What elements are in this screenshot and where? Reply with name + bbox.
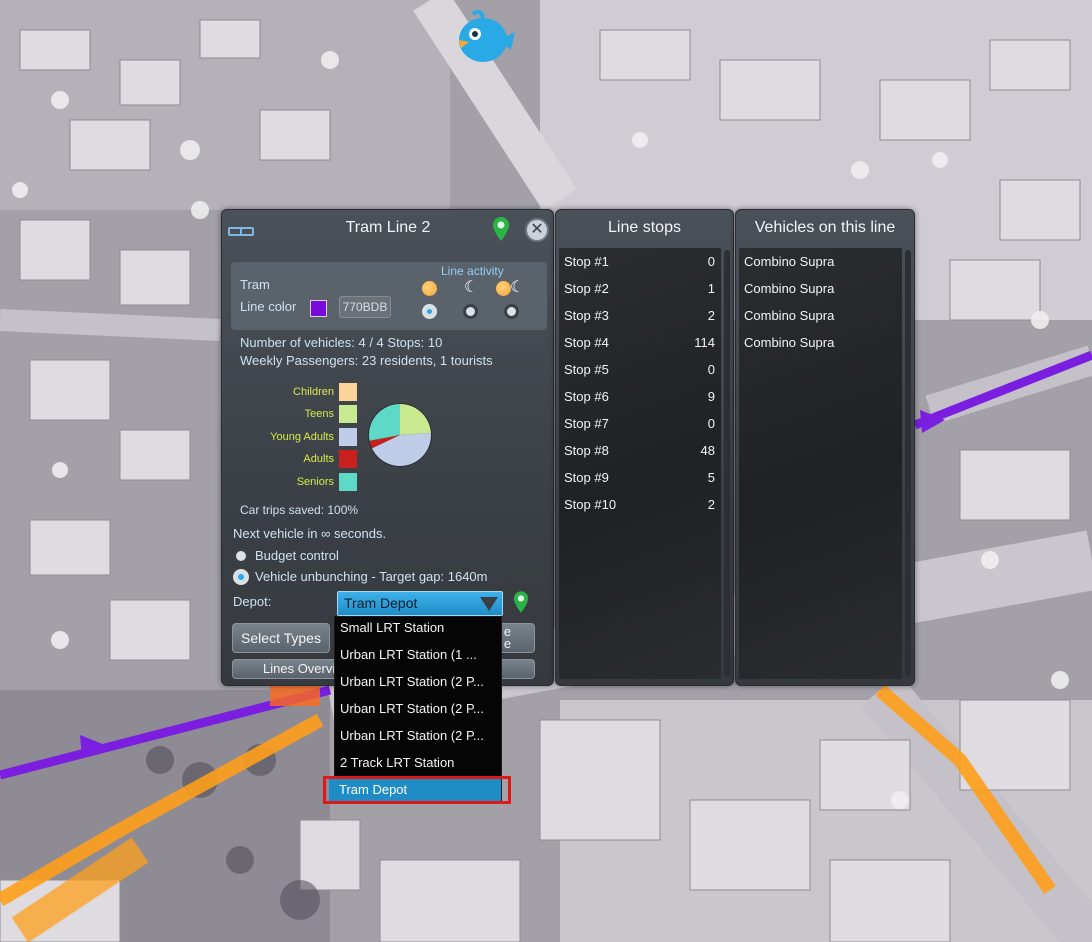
stop-row[interactable]: Stop #4 114 — [562, 329, 717, 356]
depot-option[interactable]: Small LRT Station — [335, 617, 501, 639]
lines-overview-label: Lines Overvi — [263, 661, 336, 676]
stop-row[interactable]: Stop #7 0 — [562, 410, 717, 437]
vehicle-name: Combino Supra — [744, 308, 835, 323]
dropdown-arrow-icon — [480, 597, 498, 611]
stop-row[interactable]: Stop #3 2 — [562, 302, 717, 329]
sun-icon — [496, 281, 511, 296]
stop-name: Stop #9 — [564, 470, 609, 485]
depot-option[interactable]: Urban LRT Station (2 P... — [335, 671, 501, 693]
stop-passenger-count: 2 — [707, 497, 715, 512]
close-icon[interactable]: ✕ — [525, 218, 549, 242]
stop-name: Stop #4 — [564, 335, 609, 350]
sun-icon — [422, 281, 437, 296]
moon-icon: ☾ — [510, 279, 525, 296]
vehicle-row[interactable]: Combino Supra — [742, 275, 898, 302]
age-swatch-adults — [339, 450, 357, 468]
stop-passenger-count: 0 — [707, 416, 715, 431]
stop-passenger-count: 9 — [707, 389, 715, 404]
line-info-panel: Tram Line 2 ✕ Tram Line color 770BDB Lin… — [221, 209, 554, 686]
stop-row[interactable]: Stop #9 5 — [562, 464, 717, 491]
unbunching-radio[interactable] — [233, 569, 249, 585]
line-activity-label: Line activity — [441, 264, 504, 278]
stop-row[interactable]: Stop #5 0 — [562, 356, 717, 383]
chirper-bird-icon[interactable] — [453, 9, 517, 64]
vehicles-list: Combino Supra Combino Supra Combino Supr… — [739, 248, 902, 679]
activity-day-radio[interactable] — [422, 304, 437, 319]
stop-row[interactable]: Stop #10 2 — [562, 491, 717, 518]
moon-icon: ☾ — [464, 279, 479, 296]
vehicle-row[interactable]: Combino Supra — [742, 248, 898, 275]
age-swatch-children — [339, 383, 357, 401]
next-vehicle-info: Next vehicle in ∞ seconds. — [233, 526, 387, 541]
stop-name: Stop #8 — [564, 443, 609, 458]
vehicle-name: Combino Supra — [744, 254, 835, 269]
stops-list: Stop #1 0 Stop #2 1 Stop #3 2 Stop #4 114 St… — [559, 248, 721, 679]
pie-slice-seniors — [369, 404, 400, 441]
vehicles-stops-count: Number of vehicles: 4 / 4 Stops: 10 — [240, 335, 443, 350]
vehicles-panel: Vehicles on this line Combino Supra Comb… — [735, 209, 915, 686]
line-color-label: Line color — [240, 299, 297, 314]
age-swatch-young-adults — [339, 428, 357, 446]
stop-row[interactable]: Stop #6 9 — [562, 383, 717, 410]
weekly-passengers: Weekly Passengers: 23 residents, 1 touri… — [240, 353, 493, 368]
age-label-teens: Teens — [304, 408, 334, 420]
stop-passenger-count: 5 — [707, 470, 715, 485]
transport-type-label: Tram — [240, 277, 270, 292]
budget-control-label: Budget control — [255, 548, 339, 563]
pie-slice-teens — [400, 404, 431, 435]
vehicles-panel-title: Vehicles on this line — [754, 219, 896, 236]
age-label-young-adults: Young Adults — [270, 431, 334, 443]
depot-option[interactable]: Urban LRT Station (2 P... — [335, 725, 501, 747]
age-swatch-seniors — [339, 473, 357, 491]
stop-row[interactable]: Stop #2 1 — [562, 275, 717, 302]
depot-option[interactable]: Urban LRT Station (2 P... — [335, 698, 501, 720]
vehicle-row[interactable]: Combino Supra — [742, 302, 898, 329]
depot-dropdown-value: Tram Depot — [344, 595, 418, 611]
stop-passenger-count: 2 — [707, 308, 715, 323]
stop-name: Stop #1 — [564, 254, 609, 269]
age-label-children: Children — [293, 386, 334, 398]
activity-day-night-radio[interactable] — [504, 304, 519, 319]
vehicle-row[interactable]: Combino Supra — [742, 329, 898, 356]
stop-name: Stop #10 — [564, 497, 617, 512]
line-stops-panel: Line stops Stop #1 0 Stop #2 1 Stop #3 2 St… — [555, 209, 734, 686]
age-pie-chart — [368, 403, 432, 467]
stop-row[interactable]: Stop #8 48 — [562, 437, 717, 464]
map-pin-icon[interactable] — [492, 216, 510, 242]
depot-option[interactable]: Urban LRT Station (1 ... — [335, 644, 501, 666]
stop-name: Stop #3 — [564, 308, 609, 323]
unbunching-label: Vehicle unbunching - Target gap: 1640m — [255, 569, 488, 584]
depot-dropdown-list: Small LRT Station Urban LRT Station (1 .… — [329, 616, 502, 803]
activity-night-radio[interactable] — [463, 304, 478, 319]
age-label-seniors: Seniors — [296, 476, 334, 488]
stops-panel-title: Line stops — [608, 219, 681, 236]
stop-name: Stop #2 — [564, 281, 609, 296]
age-swatch-teens — [339, 405, 357, 423]
line-color-hex-field[interactable]: 770BDB — [339, 296, 391, 318]
stop-name: Stop #5 — [564, 362, 609, 377]
stop-passenger-count: 0 — [707, 254, 715, 269]
age-label-adults: Adults — [303, 453, 334, 465]
stop-passenger-count: 1 — [707, 281, 715, 296]
vehicle-name: Combino Supra — [744, 281, 835, 296]
stop-passenger-count: 0 — [707, 362, 715, 377]
stop-passenger-count: 114 — [694, 335, 715, 350]
select-types-button[interactable]: Select Types — [232, 623, 330, 653]
depot-locate-pin-icon[interactable] — [513, 590, 529, 614]
selected-option-highlight — [323, 776, 511, 804]
vehicles-scrollbar[interactable] — [905, 250, 911, 677]
car-trips-saved: Car trips saved: 100% — [240, 503, 359, 517]
stop-name: Stop #7 — [564, 416, 609, 431]
stop-passenger-count: 48 — [700, 443, 715, 458]
stop-row[interactable]: Stop #1 0 — [562, 248, 717, 275]
stop-name: Stop #6 — [564, 389, 609, 404]
depot-dropdown[interactable]: Tram Depot — [337, 591, 503, 616]
line-color-swatch[interactable] — [310, 300, 327, 317]
budget-control-radio[interactable] — [233, 548, 249, 564]
depot-option[interactable]: 2 Track LRT Station — [335, 752, 501, 774]
stops-scrollbar[interactable] — [724, 250, 730, 677]
vehicle-name: Combino Supra — [744, 335, 835, 350]
depot-label: Depot: — [233, 594, 272, 609]
